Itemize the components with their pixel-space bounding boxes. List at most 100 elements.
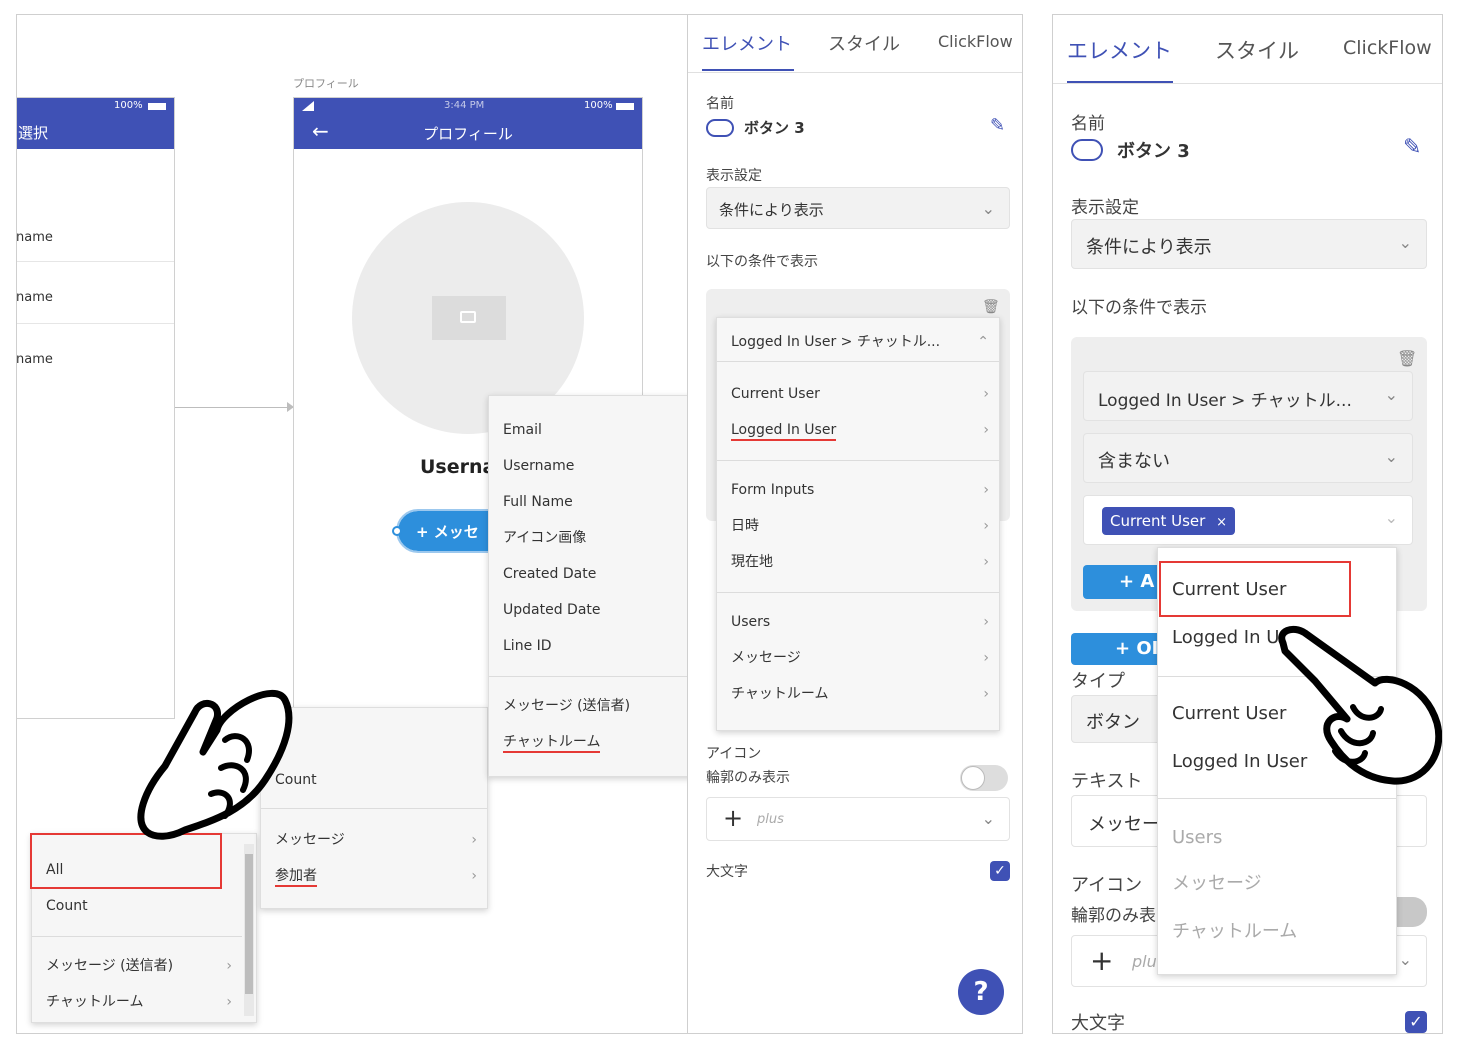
chip-close-icon[interactable]: ×: [1216, 515, 1227, 530]
chevron-right-icon: ›: [471, 832, 477, 848]
menu-item-count[interactable]: Count: [32, 888, 256, 924]
visibility-label: 表示設定: [1071, 198, 1139, 218]
menu-item-datetime[interactable]: 日時 ›: [717, 508, 999, 544]
list-item[interactable]: name: [17, 200, 174, 262]
menu-item-form-inputs[interactable]: Form Inputs ›: [717, 472, 999, 508]
menu-item-username[interactable]: Username: [489, 448, 717, 484]
tab-element[interactable]: エレメント: [1067, 35, 1172, 65]
tab-clickflow[interactable]: ClickFlow: [1343, 37, 1432, 59]
battery-icon: [148, 103, 166, 110]
chevron-down-icon: ⌄: [1384, 447, 1398, 466]
app-bar: ← プロフィール: [294, 116, 642, 149]
status-bar: 3:44 PM 100%: [294, 98, 642, 116]
help-icon: ?: [973, 977, 989, 1007]
dropdown-menu-data-source: Logged In User > チャットル... ⌃ Current User ›…: [716, 317, 1000, 731]
highlight-current-user: [1159, 561, 1351, 617]
text-label: テキスト: [1071, 771, 1143, 792]
trash-icon[interactable]: 🗑: [1397, 349, 1417, 368]
menu-item-line-id[interactable]: Line ID: [489, 628, 717, 664]
scrollbar[interactable]: [244, 844, 254, 1016]
visibility-select[interactable]: 条件により表示 ⌄: [706, 187, 1010, 229]
visibility-select[interactable]: 条件により表示 ⌄: [1071, 219, 1427, 269]
menu-item-chatroom[interactable]: チャットルーム›: [489, 724, 717, 760]
chevron-right-icon: ›: [983, 422, 989, 438]
status-bar: 100%: [17, 98, 174, 116]
menu-divider: [717, 592, 999, 593]
chevron-right-icon: ›: [983, 518, 989, 534]
visibility-value: 条件により表示: [719, 201, 824, 219]
menu-item-chatroom[interactable]: チャットルーム: [1158, 912, 1396, 952]
menu-item-created-date[interactable]: Created Date: [489, 556, 717, 592]
add-condition-label: + A: [1119, 571, 1155, 592]
chevron-right-icon: ›: [983, 554, 989, 570]
tab-style[interactable]: スタイル: [828, 30, 900, 56]
menu-item-updated-date[interactable]: Updated Date: [489, 592, 717, 628]
app-bar-title: プロフィール: [423, 125, 513, 143]
menu-item-users[interactable]: Users: [1158, 818, 1396, 858]
element-name: ボタン 3: [1117, 141, 1190, 162]
battery-text: 100%: [114, 100, 143, 111]
edit-pencil-icon[interactable]: ✎: [990, 115, 1005, 136]
tab-clickflow[interactable]: ClickFlow: [938, 32, 1013, 51]
edit-pencil-icon[interactable]: ✎: [1403, 135, 1421, 160]
scrollbar-thumb[interactable]: [245, 854, 253, 994]
chevron-right-icon: ›: [983, 482, 989, 498]
text-input-value: メッセー: [1088, 814, 1160, 835]
menu-item-email[interactable]: Email: [489, 412, 717, 448]
uppercase-checkbox[interactable]: ✓: [1405, 1011, 1427, 1033]
status-time: 3:44 PM: [444, 100, 485, 111]
username-text: Userna: [420, 456, 496, 478]
chevron-right-icon: ›: [983, 614, 989, 630]
condition-value-select[interactable]: Current User × ⌄: [1083, 495, 1413, 545]
app-bar-title: 選択: [18, 124, 49, 142]
menu-item-messages[interactable]: メッセージ ›: [717, 640, 999, 676]
menu-item-sender-message[interactable]: メッセージ (送信者)›: [489, 688, 717, 724]
battery-text: 100%: [584, 100, 613, 111]
chevron-down-icon: ⌄: [981, 809, 995, 828]
image-icon: [432, 296, 506, 340]
menu-item-chatroom[interactable]: チャットルーム›: [32, 984, 242, 1020]
icon-placeholder: plu: [1132, 952, 1157, 971]
chevron-right-icon: ›: [226, 994, 232, 1010]
menu-divider: [489, 676, 717, 677]
outline-only-label: 輪郭のみ表: [1071, 906, 1156, 926]
icon-placeholder: plus: [757, 812, 784, 827]
chevron-down-icon: ⌄: [1398, 950, 1412, 969]
value-chip[interactable]: Current User ×: [1102, 507, 1235, 535]
menu-item-current-user[interactable]: Current User ›: [717, 376, 999, 412]
condition-field-select[interactable]: Logged In User > チャットル... ⌄: [1083, 371, 1413, 421]
menu-item-logged-in-user[interactable]: Logged In User ›: [717, 412, 999, 448]
menu-item-users[interactable]: Users ›: [717, 604, 999, 640]
visibility-value: 条件により表示: [1086, 237, 1212, 258]
chevron-down-icon: ⌄: [1384, 508, 1398, 527]
tab-style[interactable]: スタイル: [1215, 35, 1299, 65]
list-item-label: name: [16, 352, 53, 367]
phone-screen-select[interactable]: 100% 選択 name name name: [16, 97, 175, 719]
trash-icon[interactable]: 🗑: [982, 299, 1000, 315]
message-button[interactable]: + メッセ: [396, 509, 500, 553]
menu-item-sender-message[interactable]: メッセージ (送信者)›: [32, 948, 242, 984]
menu-item-participants[interactable]: 参加者 ›: [261, 858, 487, 894]
help-button[interactable]: ?: [958, 969, 1004, 1015]
selection-handle[interactable]: [392, 526, 402, 536]
condition-label: 以下の条件で表示: [706, 254, 818, 270]
flow-connector: [174, 407, 294, 408]
menu-item-full-name[interactable]: Full Name: [489, 484, 717, 520]
condition-operator-select[interactable]: 含まない ⌄: [1083, 433, 1413, 483]
menu-item-messages[interactable]: メッセージ: [1158, 864, 1396, 904]
uppercase-checkbox[interactable]: ✓: [990, 861, 1010, 881]
battery-icon: [616, 103, 634, 110]
menu-item-chatroom[interactable]: チャットルーム›: [717, 676, 999, 712]
outline-only-toggle[interactable]: [960, 765, 1008, 791]
menu-item-location[interactable]: 現在地 ›: [717, 544, 999, 580]
list-item[interactable]: name: [17, 262, 174, 324]
properties-panel-1: エレメント スタイル ClickFlow 名前 ボタン 3 ✎ 表示設定 条件に…: [687, 14, 1023, 1034]
tab-element[interactable]: エレメント: [702, 30, 792, 56]
icon-select[interactable]: + plus ⌄: [706, 797, 1010, 841]
chevron-right-icon: ›: [471, 868, 477, 884]
tab-indicator: [702, 69, 794, 71]
menu-header-selected[interactable]: Logged In User > チャットル... ⌃: [717, 322, 999, 362]
list-item[interactable]: name: [16, 324, 174, 386]
menu-item-icon-image[interactable]: アイコン画像›: [489, 520, 717, 556]
condition-label: 以下の条件で表示: [1071, 298, 1207, 318]
